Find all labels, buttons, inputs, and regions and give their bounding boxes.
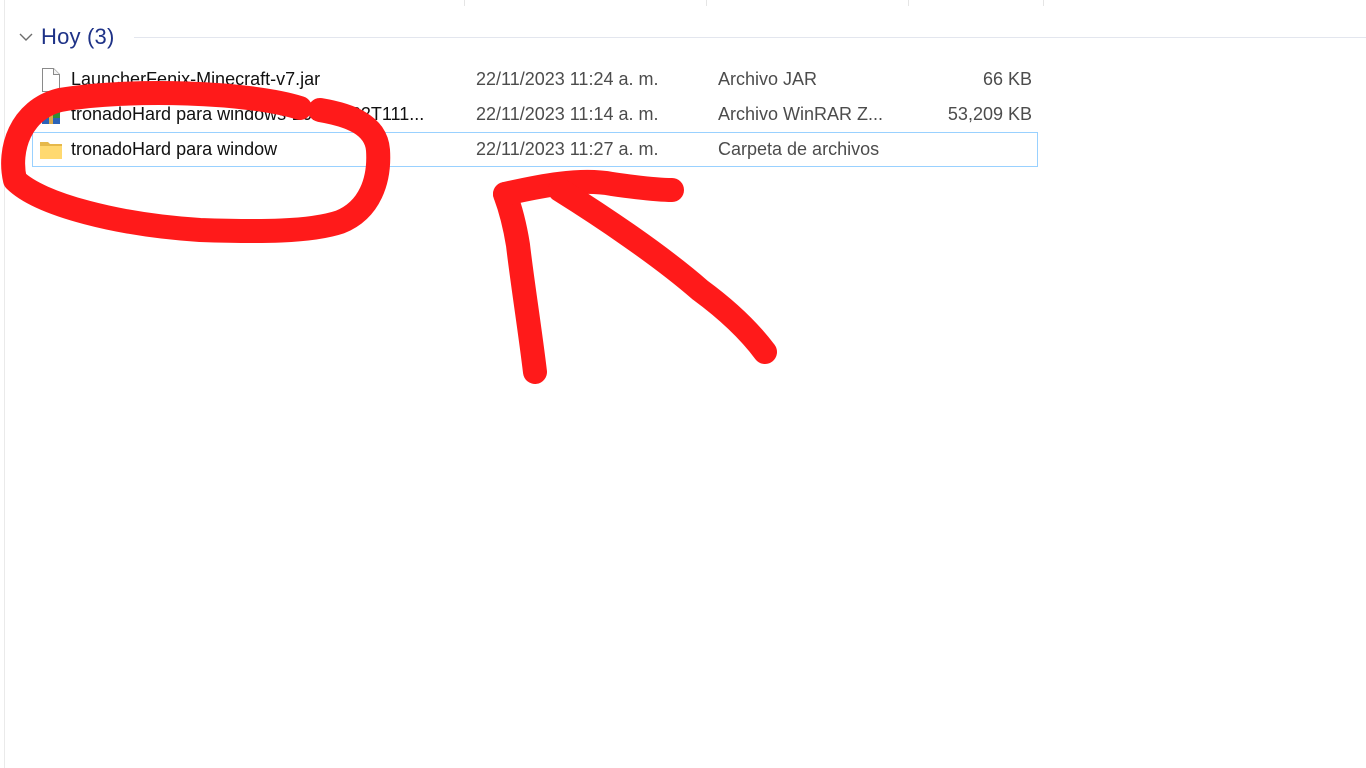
annotation-arrow-diagonal [548,178,777,364]
file-name: tronadoHard para window [71,139,278,159]
column-separator[interactable] [706,0,707,6]
file-size [913,133,1032,166]
folder-icon [39,133,63,166]
file-type: Archivo WinRAR Z... [718,104,884,124]
file-name: LauncherFenix-Minecraft-v7.jar [71,69,321,89]
file-row[interactable]: LauncherFenix-Minecraft-v7.jar 22/11/202… [32,62,1038,97]
group-divider [134,37,1366,38]
annotation-arrow-head [493,169,684,206]
column-separator[interactable] [1043,0,1044,6]
file-list: LauncherFenix-Minecraft-v7.jar 22/11/202… [32,62,1038,167]
file-date-modified: 22/11/2023 11:24 a. m. [476,69,659,89]
file-name: tronadoHard para windows-20231122T111... [71,104,425,124]
file-date-modified: 22/11/2023 11:27 a. m. [476,139,659,159]
annotation-arrow-shaft [493,182,547,384]
file-explorer-pane: Hoy (3) LauncherFenix-Minecraft-v7.jar 2… [0,0,1366,768]
column-separator[interactable] [464,0,465,6]
column-separator[interactable] [908,0,909,6]
file-type: Carpeta de archivos [718,139,880,159]
file-size: 66 KB [982,69,1032,89]
file-type: Archivo JAR [718,69,818,89]
file-row-selected[interactable]: tronadoHard para window 22/11/2023 11:27… [32,132,1038,167]
document-icon [39,63,63,96]
file-size: 53,209 KB [947,104,1032,124]
file-row[interactable]: tronadoHard para windows-20231122T111...… [32,97,1038,132]
winrar-archive-icon [39,98,63,131]
group-title: Hoy (3) [41,24,115,49]
group-header-today[interactable]: Hoy (3) [16,22,115,52]
chevron-down-icon[interactable] [16,27,36,47]
file-date-modified: 22/11/2023 11:14 a. m. [476,104,659,124]
pane-left-border [4,0,5,768]
